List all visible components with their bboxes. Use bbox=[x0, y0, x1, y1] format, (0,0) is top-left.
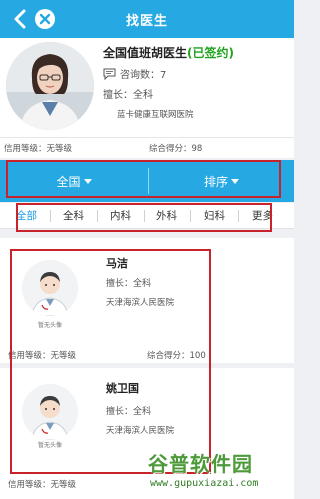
doctor-list-item[interactable]: 暂无头像 马洁 擅长：全科 天津海滨人民医院 信用等级：无等级 综合得分：100 bbox=[0, 238, 294, 363]
overall-score: 综合得分：100 bbox=[147, 351, 206, 361]
tab-internal[interactable]: 内科 bbox=[110, 208, 131, 223]
tab-general[interactable]: 全科 bbox=[63, 208, 84, 223]
page-title: 找医生 bbox=[125, 14, 168, 29]
region-filter-label: 全国 bbox=[56, 174, 81, 189]
no-avatar-label: 暂无头像 bbox=[37, 322, 62, 329]
overall-score: 综合得分：98 bbox=[149, 144, 203, 154]
doctor-name-text: 全国值班胡医生 bbox=[103, 46, 188, 60]
tab-more[interactable]: 更多 bbox=[252, 208, 273, 223]
tab-surgery[interactable]: 外科 bbox=[156, 208, 177, 223]
watermark-text: 谷普软件园 bbox=[148, 452, 253, 476]
sort-filter-button[interactable]: 排序 bbox=[149, 160, 294, 202]
doctor-list-specialty: 擅长：全科 bbox=[106, 279, 152, 289]
consult-count-row: 咨询数：7 bbox=[103, 66, 166, 81]
watermark-url: www.gupuxiazai.com bbox=[150, 478, 259, 489]
credit-level: 信用等级：无等级 bbox=[8, 480, 77, 490]
tab-gynecology[interactable]: 妇科 bbox=[204, 208, 225, 223]
placeholder-avatar bbox=[22, 260, 78, 316]
region-filter-button[interactable]: 全国 bbox=[0, 160, 148, 202]
tab-divider bbox=[190, 210, 191, 222]
doctor-stats-row: 信用等级：无等级 综合得分：98 bbox=[0, 137, 294, 158]
top-bar: 找医生 bbox=[0, 0, 294, 38]
doctor-list-hospital: 天津海滨人民医院 bbox=[106, 298, 175, 308]
site-watermark: 谷普软件园 www.gupuxiazai.com bbox=[144, 448, 292, 498]
consult-count: 咨询数：7 bbox=[120, 70, 167, 81]
tab-divider bbox=[144, 210, 145, 222]
doctor-list-specialty: 擅长：全科 bbox=[106, 407, 152, 417]
caret-down-icon bbox=[83, 178, 92, 184]
category-tabs: 全部 全科 内科 外科 妇科 更多 bbox=[0, 203, 294, 229]
no-avatar-label: 暂无头像 bbox=[37, 442, 62, 449]
placeholder-avatar bbox=[22, 384, 78, 440]
chat-bubble-icon bbox=[103, 68, 116, 80]
filter-bar: 全国 排序 bbox=[0, 160, 294, 202]
tab-divider bbox=[50, 210, 51, 222]
credit-level: 信用等级：无等级 bbox=[8, 351, 77, 361]
doctor-list-name: 马洁 bbox=[106, 257, 128, 270]
tab-divider bbox=[97, 210, 98, 222]
doctor-specialty: 擅长：全科 bbox=[103, 90, 153, 101]
tab-divider bbox=[238, 210, 239, 222]
signed-badge: (已签约) bbox=[187, 46, 234, 60]
caret-down-icon bbox=[231, 178, 239, 184]
tab-all[interactable]: 全部 bbox=[16, 208, 37, 223]
doctor-avatar bbox=[6, 42, 94, 130]
doctor-list-name: 姚卫国 bbox=[106, 382, 139, 395]
sort-filter-label: 排序 bbox=[203, 174, 228, 189]
doctor-hospital: 蓝卡健康互联网医院 bbox=[117, 110, 194, 120]
credit-level: 信用等级：无等级 bbox=[4, 144, 73, 154]
doctor-name: 全国值班胡医生(已签约) bbox=[103, 44, 234, 61]
doctor-profile-card[interactable]: 全国值班胡医生(已签约) 咨询数：7 擅长：全科 蓝卡健康互联网医院 bbox=[0, 38, 294, 137]
doctor-list-hospital: 天津海滨人民医院 bbox=[106, 426, 175, 436]
